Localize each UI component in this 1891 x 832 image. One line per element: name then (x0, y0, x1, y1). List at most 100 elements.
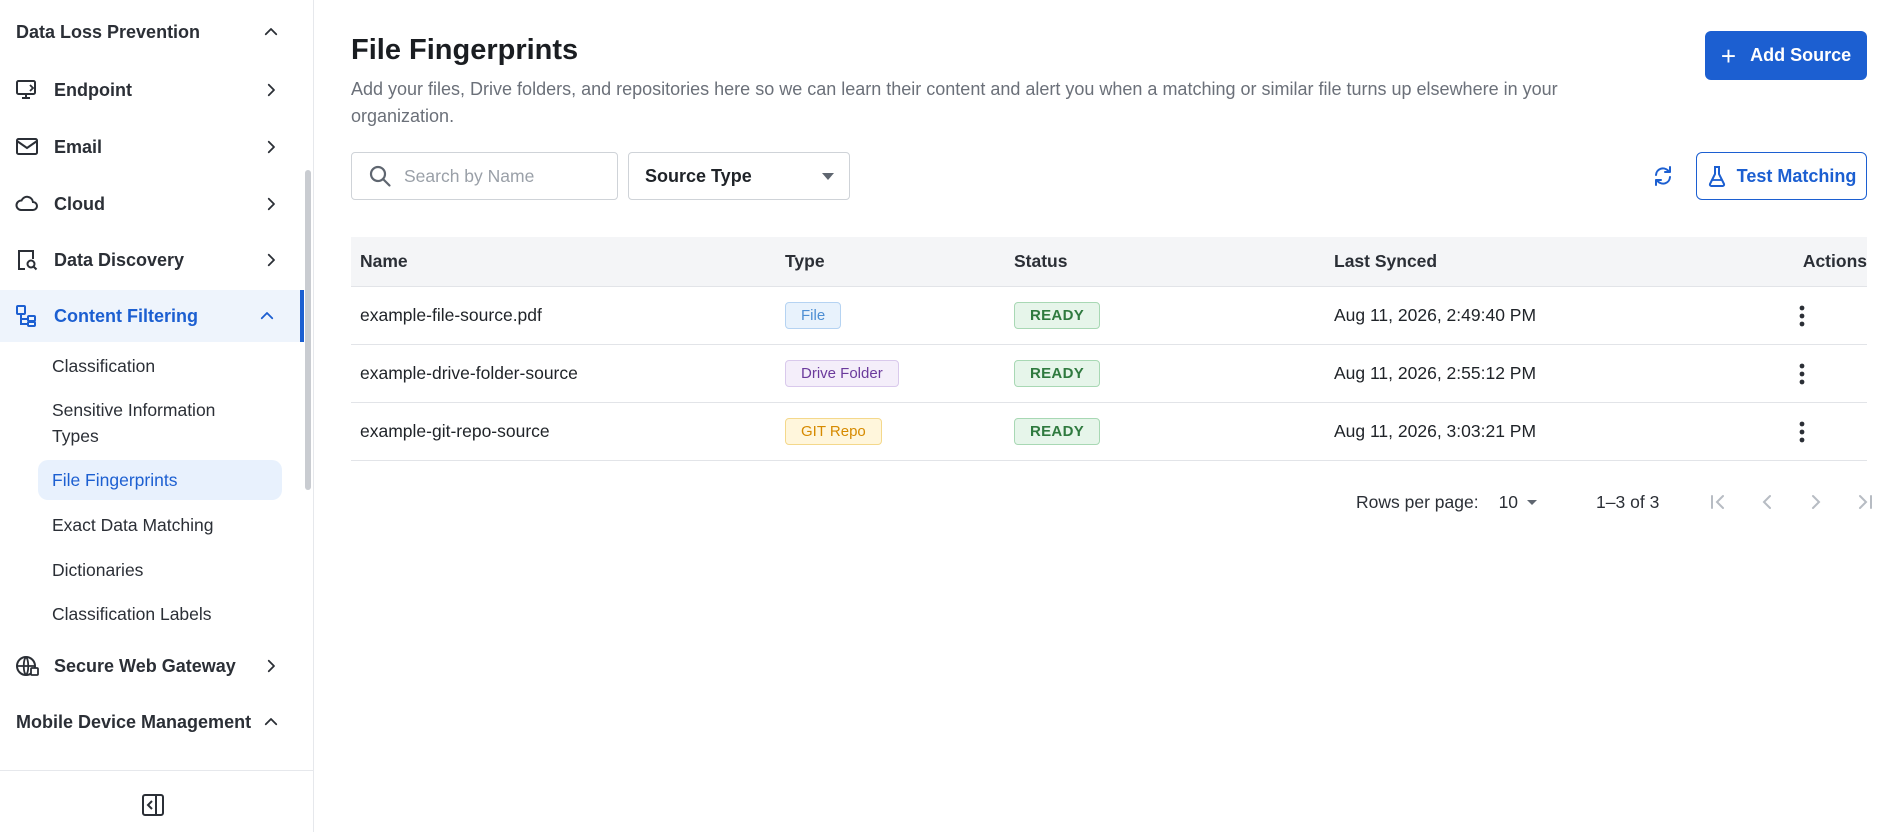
column-header-name[interactable]: Name (351, 251, 785, 272)
add-source-label: Add Source (1750, 45, 1852, 65)
cloud-icon (14, 191, 40, 217)
row-actions-button[interactable] (1790, 362, 1814, 386)
row-actions-button[interactable] (1790, 420, 1814, 444)
sidebar-collapse-icon (142, 794, 164, 816)
cell-last-synced: Aug 11, 2026, 2:55:12 PM (1334, 363, 1537, 383)
sidebar-subitem-classification[interactable]: Classification (38, 353, 282, 379)
sidebar-subitem-label: Exact Data Matching (52, 515, 214, 535)
sidebar-subitem-label: Classification (52, 356, 156, 376)
sources-table: Name Type Status Last Synced Actions exa… (351, 237, 1867, 461)
first-page-button[interactable] (1693, 492, 1742, 512)
type-badge: GIT Repo (785, 418, 882, 445)
cell-last-synced: Aug 11, 2026, 3:03:21 PM (1334, 421, 1537, 441)
sidebar-divider (0, 770, 314, 771)
page-description: Add your files, Drive folders, and repos… (351, 79, 1558, 126)
sidebar-item-data-discovery[interactable]: Data Discovery (0, 234, 304, 286)
content-filtering-icon (14, 303, 40, 329)
sidebar-item-label: Cloud (54, 193, 105, 214)
status-badge: READY (1014, 302, 1101, 329)
chevron-up-icon (264, 28, 278, 36)
sidebar-item-endpoint[interactable]: Endpoint (0, 64, 304, 116)
sidebar-item-label: Endpoint (54, 79, 132, 100)
type-badge: File (785, 302, 842, 329)
column-header-actions: Actions (1802, 251, 1867, 271)
sidebar-item-cloud[interactable]: Cloud (0, 178, 304, 230)
caret-down-icon (822, 173, 834, 180)
status-badge: READY (1014, 360, 1101, 387)
sidebar-subitem-label: Dictionaries (52, 560, 144, 580)
sidebar-item-secure-web-gateway[interactable]: Secure Web Gateway (0, 640, 304, 692)
chevron-right-icon (267, 83, 275, 97)
table-row[interactable]: example-git-repo-source GIT Repo READY A… (351, 403, 1867, 461)
last-page-button[interactable] (1840, 492, 1889, 512)
section-label: Data Loss Prevention (16, 21, 201, 42)
data-discovery-icon (14, 247, 40, 273)
status-badge: READY (1014, 418, 1101, 445)
section-data-loss-prevention[interactable]: Data Loss Prevention (16, 17, 280, 47)
source-type-label: Source Type (645, 165, 752, 186)
sidebar-subitem-classification-labels[interactable]: Classification Labels (38, 601, 282, 627)
more-vertical-icon (1799, 421, 1804, 442)
sidebar-item-label: Email (54, 136, 103, 157)
column-header-status[interactable]: Status (1014, 251, 1334, 272)
more-vertical-icon (1799, 305, 1804, 326)
row-actions-button[interactable] (1790, 304, 1814, 328)
collapse-sidebar-button[interactable] (140, 792, 166, 818)
globe-icon (14, 653, 40, 679)
sidebar-nav: Data Loss Prevention Endpoint Email Clou… (0, 0, 304, 770)
table-header: Name Type Status Last Synced Actions (351, 237, 1867, 287)
caret-down-icon (1527, 500, 1538, 505)
chevron-right-icon (267, 197, 275, 211)
previous-page-button[interactable] (1742, 492, 1791, 512)
sidebar: Data Loss Prevention Endpoint Email Clou… (0, 0, 314, 832)
search-field[interactable] (351, 152, 618, 200)
first-page-icon (1710, 495, 1724, 509)
chevron-up-icon (264, 718, 278, 726)
source-type-select[interactable]: Source Type (628, 152, 850, 200)
section-mobile-device-management[interactable]: Mobile Device Management (16, 707, 280, 737)
sidebar-subitem-sensitive-information-types[interactable]: Sensitive Information Types (38, 396, 258, 450)
plus-icon: + (1720, 40, 1737, 71)
test-matching-button[interactable]: Test Matching (1696, 152, 1867, 200)
chevron-right-icon (267, 253, 275, 267)
type-badge: Drive Folder (785, 360, 899, 387)
column-header-type[interactable]: Type (785, 251, 1014, 272)
page-range: 1–3 of 3 (1596, 491, 1660, 512)
cell-name: example-file-source.pdf (360, 305, 542, 325)
chevron-left-icon (1762, 495, 1771, 509)
search-icon (369, 165, 391, 187)
add-source-button[interactable]: + Add Source (1705, 31, 1867, 80)
rows-per-page-label: Rows per page: (1356, 491, 1479, 512)
sidebar-item-label: Content Filtering (54, 305, 198, 326)
sidebar-subitem-file-fingerprints[interactable]: File Fingerprints (38, 460, 282, 500)
endpoint-icon (14, 77, 40, 103)
cell-name: example-drive-folder-source (360, 363, 578, 383)
table-row[interactable]: example-file-source.pdf File READY Aug 1… (351, 287, 1867, 345)
sidebar-subitem-label: File Fingerprints (52, 470, 178, 490)
more-vertical-icon (1799, 363, 1804, 384)
flask-icon (1708, 166, 1725, 187)
sidebar-scrollbar[interactable] (305, 170, 311, 490)
sidebar-item-email[interactable]: Email (0, 121, 304, 173)
chevron-right-icon (1811, 495, 1821, 509)
refresh-button[interactable] (1651, 164, 1675, 188)
search-input[interactable] (404, 165, 604, 187)
sidebar-subitem-dictionaries[interactable]: Dictionaries (38, 557, 282, 583)
mail-icon (14, 134, 40, 160)
next-page-button[interactable] (1791, 492, 1840, 512)
sidebar-subitem-label: Sensitive Information Types (52, 400, 216, 446)
sidebar-item-content-filtering[interactable]: Content Filtering (0, 290, 304, 342)
refresh-icon (1655, 166, 1671, 186)
chevron-right-icon (267, 659, 275, 673)
page-title: File Fingerprints (351, 34, 579, 66)
cell-last-synced: Aug 11, 2026, 2:49:40 PM (1334, 305, 1537, 325)
chevron-right-icon (267, 140, 275, 154)
table-row[interactable]: example-drive-folder-source Drive Folder… (351, 345, 1867, 403)
sidebar-subitem-exact-data-matching[interactable]: Exact Data Matching (38, 512, 282, 538)
column-header-last-synced[interactable]: Last Synced (1334, 251, 1736, 272)
sidebar-item-label: Secure Web Gateway (54, 655, 236, 676)
last-page-icon (1858, 495, 1872, 509)
rows-per-page-select[interactable]: 10 (1499, 492, 1538, 513)
rows-per-page-value: 10 (1498, 491, 1519, 512)
pagination: Rows per page: 10 1–3 of 3 (1356, 490, 1889, 514)
